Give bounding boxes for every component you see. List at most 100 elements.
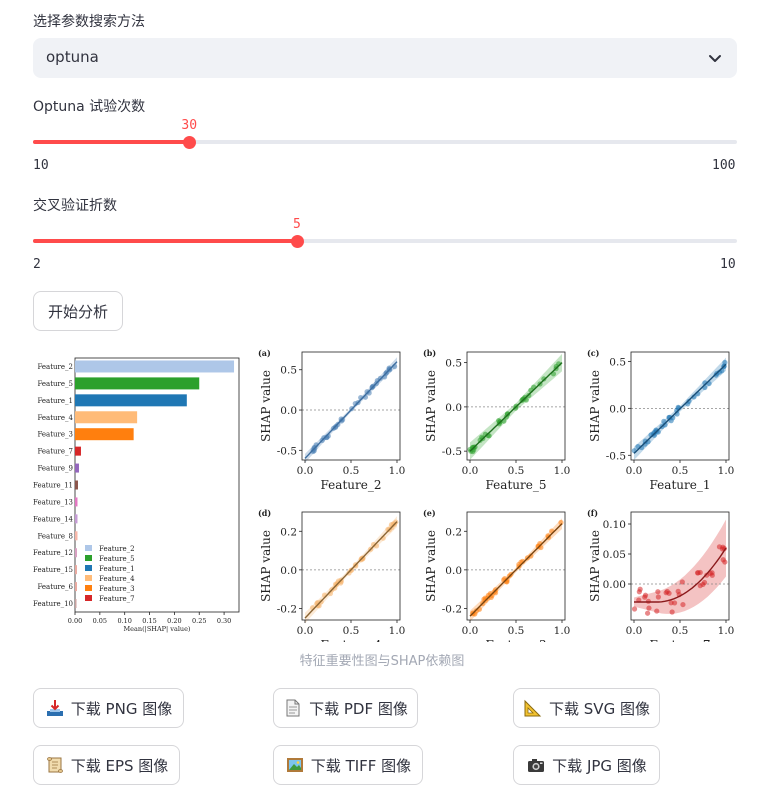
legend-label: Feature_1 — [99, 565, 135, 573]
x-tick-label-feature_2: 0.5 — [343, 465, 360, 477]
figure-caption: 特征重要性图与SHAP依赖图 — [299, 654, 465, 669]
page-icon — [286, 699, 300, 717]
download-eps-button[interactable]: 下载 EPS 图像 — [33, 745, 180, 785]
method-select[interactable]: optuna — [33, 38, 737, 78]
panel-tag-feature_7: (f) — [587, 508, 598, 518]
point-feature_7 — [669, 609, 675, 615]
x-tick-label-feature_5: 0.5 — [508, 465, 525, 477]
point-feature_7 — [644, 610, 651, 616]
bar-category-label: Feature_12 — [33, 549, 73, 557]
download-png-button[interactable]: 下载 PNG 图像 — [33, 688, 184, 728]
bar-category-label: Feature_7 — [37, 448, 73, 456]
download-pdf-label: 下载 PDF 图像 — [309, 699, 408, 718]
x-tick-label-feature_5: 1.0 — [554, 465, 571, 477]
y-tick-label-feature_5: 0.5 — [445, 358, 462, 370]
trials-slider-thumb[interactable] — [182, 136, 196, 149]
point-feature_7 — [646, 605, 652, 611]
y-tick-label-feature_4: -0.2 — [277, 603, 297, 615]
legend-label: Feature_3 — [99, 585, 135, 593]
download-pdf-button[interactable]: 下载 PDF 图像 — [273, 688, 418, 728]
panel-tag-feature_3: (e) — [423, 508, 436, 518]
bar-x-tick-label: 0.00 — [68, 617, 82, 625]
y-tick-label-feature_1: -0.5 — [606, 450, 626, 462]
panel-tag-feature_5: (b) — [423, 348, 436, 358]
x-axis-label-feature_1: Feature_1 — [650, 478, 711, 492]
cv-min: 2 — [33, 257, 41, 272]
y-tick-label-feature_5: 0.0 — [445, 402, 462, 414]
bar-x-tick-label: 0.05 — [93, 617, 107, 625]
bar-category-label: Feature_13 — [33, 498, 73, 506]
bar-feature_2 — [75, 360, 235, 373]
x-axis-label-feature_4: Feature_4 — [321, 638, 382, 642]
download-jpg-button[interactable]: 下载 JPG 图像 — [513, 745, 660, 785]
y-axis-label-feature_3: SHAP value — [424, 530, 438, 602]
bar-category-label: Feature_15 — [33, 566, 73, 574]
method-select-value: optuna — [46, 48, 99, 66]
trials-label: Optuna 试验次数 — [33, 99, 146, 115]
trials-slider[interactable]: 30 — [33, 118, 737, 158]
y-tick-label-feature_2: 0.5 — [280, 365, 297, 377]
legend-label: Feature_5 — [99, 555, 135, 563]
bar-x-tick-label: 0.15 — [142, 617, 156, 625]
legend-swatch — [85, 575, 92, 581]
y-axis-label-feature_5: SHAP value — [424, 370, 438, 442]
download-tiff-button[interactable]: 下载 TIFF 图像 — [273, 745, 423, 785]
y-tick-label-feature_7: 0.10 — [603, 519, 626, 531]
framed-picture-icon — [286, 758, 303, 772]
download-tiff-label: 下载 TIFF 图像 — [310, 756, 412, 775]
legend-swatch — [85, 585, 92, 591]
x-tick-label-feature_2: 1.0 — [389, 465, 406, 477]
y-tick-label-feature_2: -0.5 — [277, 445, 297, 457]
bar-category-label: Feature_1 — [37, 397, 73, 405]
bar-category-label: Feature_5 — [37, 380, 73, 388]
bar-feature_12 — [75, 548, 77, 558]
cv-slider-value: 5 — [293, 217, 301, 232]
x-axis-label-feature_2: Feature_2 — [321, 478, 382, 492]
legend-swatch — [85, 545, 92, 551]
trials-slider-value: 30 — [181, 118, 198, 133]
bar-feature_11 — [75, 480, 78, 490]
point-feature_7 — [642, 594, 648, 600]
bar-category-label: Feature_8 — [37, 532, 73, 540]
method-label: 选择参数搜索方法 — [33, 14, 145, 30]
scroll-icon — [46, 757, 63, 773]
bar-feature_9 — [75, 463, 79, 473]
bar-category-label: Feature_4 — [37, 414, 73, 422]
legend-swatch — [85, 595, 92, 601]
cv-slider[interactable]: 5 — [33, 217, 737, 257]
legend-label: Feature_4 — [99, 575, 135, 583]
x-axis-label-feature_3: Feature_3 — [486, 638, 547, 642]
panel-tag-feature_2: (a) — [258, 348, 271, 358]
legend-label: Feature_2 — [99, 545, 135, 553]
download-svg-button[interactable]: 下载 SVG 图像 — [513, 688, 660, 728]
download-jpg-label: 下载 JPG 图像 — [552, 756, 647, 775]
panel-tag-feature_1: (c) — [587, 348, 600, 358]
triangle-ruler-icon — [524, 699, 542, 717]
x-tick-label-feature_5: 0.0 — [462, 465, 479, 477]
x-tick-label-feature_3: 0.0 — [462, 625, 479, 637]
cv-slider-thumb[interactable] — [290, 235, 304, 248]
run-analysis-label: 开始分析 — [47, 302, 108, 321]
x-tick-label-feature_1: 0.5 — [672, 465, 689, 477]
point-feature_7 — [680, 601, 686, 608]
bar-feature_10 — [75, 599, 77, 609]
run-analysis-button[interactable]: 开始分析 — [33, 291, 123, 331]
analysis-figure: Feature_2 Feature_5 Feature_1 Feature_4 Feat… — [33, 348, 734, 642]
x-tick-label-feature_7: 0.0 — [626, 625, 643, 637]
bar-feature_4 — [75, 411, 138, 424]
x-axis-label-feature_7: Feature_7 — [650, 638, 711, 642]
point-feature_7 — [636, 589, 642, 595]
y-axis-label-feature_2: SHAP value — [259, 370, 273, 442]
bar-category-label: Feature_9 — [37, 465, 73, 473]
bar-x-axis-label: Mean(|SHAP| value) — [124, 625, 191, 633]
bar-feature_5 — [75, 377, 200, 390]
point-feature_7 — [709, 570, 715, 576]
y-tick-label-feature_5: -0.5 — [442, 446, 462, 458]
download-svg-label: 下载 SVG 图像 — [549, 699, 650, 718]
y-tick-label-feature_3: 0.2 — [445, 526, 462, 538]
y-axis-label-feature_7: SHAP value — [588, 530, 602, 602]
x-tick-label-feature_3: 0.5 — [508, 625, 525, 637]
x-tick-label-feature_7: 0.5 — [672, 625, 689, 637]
y-axis-label-feature_1: SHAP value — [588, 370, 602, 442]
download-png-label: 下载 PNG 图像 — [70, 699, 173, 718]
